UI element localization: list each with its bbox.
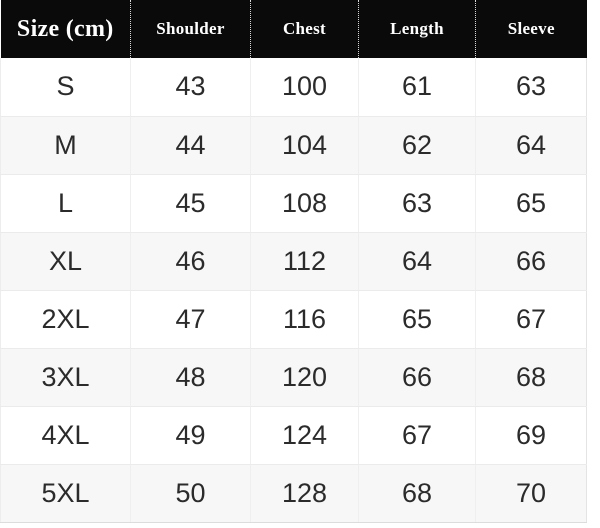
table-row: 4XL 49 124 67 69 <box>0 406 587 465</box>
cell-length: 61 <box>358 58 476 117</box>
size-chart-table: Size (cm) Shoulder Chest Length Sleeve S 43 10… <box>0 0 587 523</box>
cell-length: 64 <box>358 232 476 291</box>
table-row: XL 46 112 64 66 <box>0 232 587 291</box>
cell-chest: 116 <box>250 290 359 349</box>
cell-sleeve: 67 <box>475 290 587 349</box>
column-header-length: Length <box>358 0 476 58</box>
table-row: S 43 100 61 63 <box>0 58 587 117</box>
cell-shoulder: 45 <box>130 174 251 233</box>
column-header-size: Size (cm) <box>0 0 131 58</box>
table-row: 3XL 48 120 66 68 <box>0 348 587 407</box>
cell-sleeve: 68 <box>475 348 587 407</box>
cell-shoulder: 50 <box>130 464 251 523</box>
cell-shoulder: 48 <box>130 348 251 407</box>
cell-chest: 124 <box>250 406 359 465</box>
cell-size: 4XL <box>0 406 131 465</box>
table-body: S 43 100 61 63 M 44 104 62 64 L 45 108 63 65 XL 46 112 64 6… <box>0 58 587 523</box>
table-row: 2XL 47 116 65 67 <box>0 290 587 349</box>
cell-shoulder: 49 <box>130 406 251 465</box>
table-row: 5XL 50 128 68 70 <box>0 464 587 523</box>
cell-chest: 112 <box>250 232 359 291</box>
cell-length: 62 <box>358 116 476 175</box>
column-header-chest: Chest <box>250 0 359 58</box>
cell-chest: 128 <box>250 464 359 523</box>
cell-sleeve: 65 <box>475 174 587 233</box>
cell-shoulder: 43 <box>130 58 251 117</box>
cell-size: L <box>0 174 131 233</box>
column-header-sleeve: Sleeve <box>475 0 587 58</box>
cell-size: 2XL <box>0 290 131 349</box>
cell-size: S <box>0 58 131 117</box>
table-header: Size (cm) Shoulder Chest Length Sleeve <box>0 0 587 58</box>
cell-sleeve: 64 <box>475 116 587 175</box>
table-row: L 45 108 63 65 <box>0 174 587 233</box>
cell-length: 65 <box>358 290 476 349</box>
cell-size: 3XL <box>0 348 131 407</box>
cell-shoulder: 44 <box>130 116 251 175</box>
cell-length: 63 <box>358 174 476 233</box>
cell-chest: 104 <box>250 116 359 175</box>
column-header-shoulder: Shoulder <box>130 0 251 58</box>
table-row: M 44 104 62 64 <box>0 116 587 175</box>
cell-size: 5XL <box>0 464 131 523</box>
cell-size: M <box>0 116 131 175</box>
cell-length: 68 <box>358 464 476 523</box>
cell-shoulder: 47 <box>130 290 251 349</box>
cell-sleeve: 69 <box>475 406 587 465</box>
cell-length: 66 <box>358 348 476 407</box>
size-chart-container: Size (cm) Shoulder Chest Length Sleeve S 43 10… <box>0 0 600 528</box>
cell-chest: 108 <box>250 174 359 233</box>
cell-sleeve: 66 <box>475 232 587 291</box>
cell-length: 67 <box>358 406 476 465</box>
cell-chest: 120 <box>250 348 359 407</box>
cell-chest: 100 <box>250 58 359 117</box>
cell-size: XL <box>0 232 131 291</box>
cell-sleeve: 70 <box>475 464 587 523</box>
cell-shoulder: 46 <box>130 232 251 291</box>
cell-sleeve: 63 <box>475 58 587 117</box>
header-row: Size (cm) Shoulder Chest Length Sleeve <box>0 0 587 58</box>
